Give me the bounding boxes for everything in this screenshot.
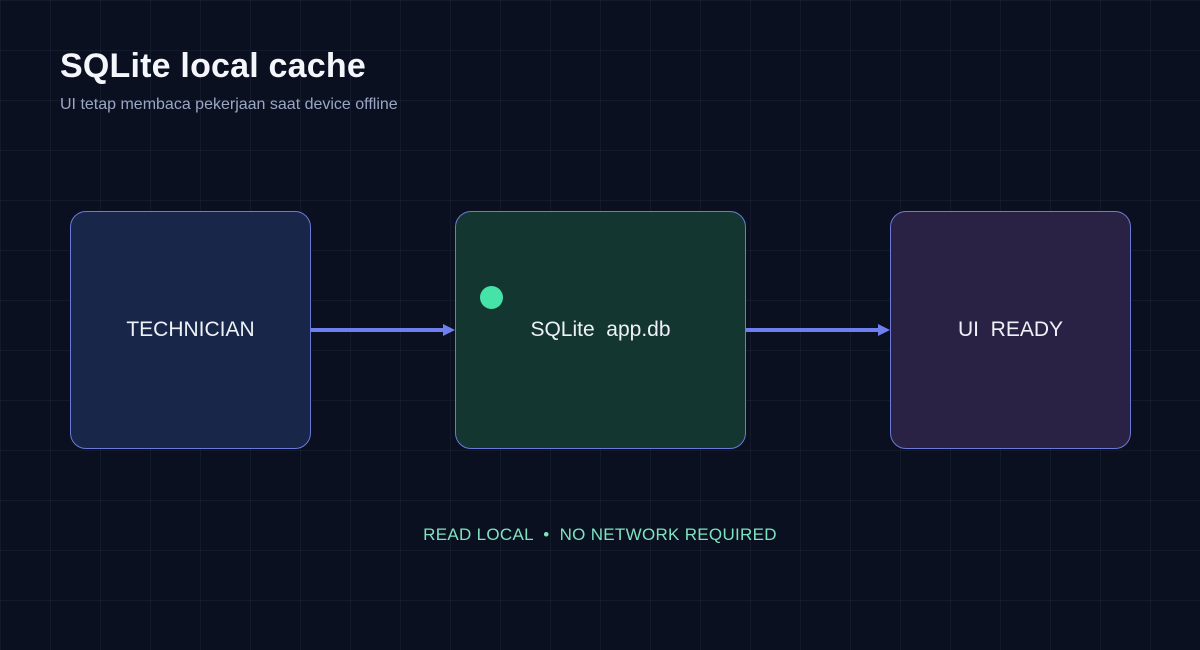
node-sqlite-app-db: SQLite app.db: [455, 211, 746, 449]
node-ui-ready: UI READY: [890, 211, 1131, 449]
node-ui-ready-label: UI READY: [957, 318, 1064, 341]
node-technician: TECHNICIAN: [70, 211, 311, 449]
arrow-sqlite-to-ui-ready: [746, 324, 890, 336]
node-sqlite-label: SQLite app.db: [530, 318, 671, 341]
arrow-sqlite-to-ui-ready-head: [878, 324, 890, 336]
footer-note: READ LOCAL • NO NETWORK REQUIRED: [423, 525, 777, 544]
status-dot-icon: [480, 286, 503, 309]
arrow-technician-to-sqlite: [311, 324, 455, 336]
node-technician-label: TECHNICIAN: [126, 318, 255, 341]
arrow-technician-to-sqlite-head: [443, 324, 455, 336]
